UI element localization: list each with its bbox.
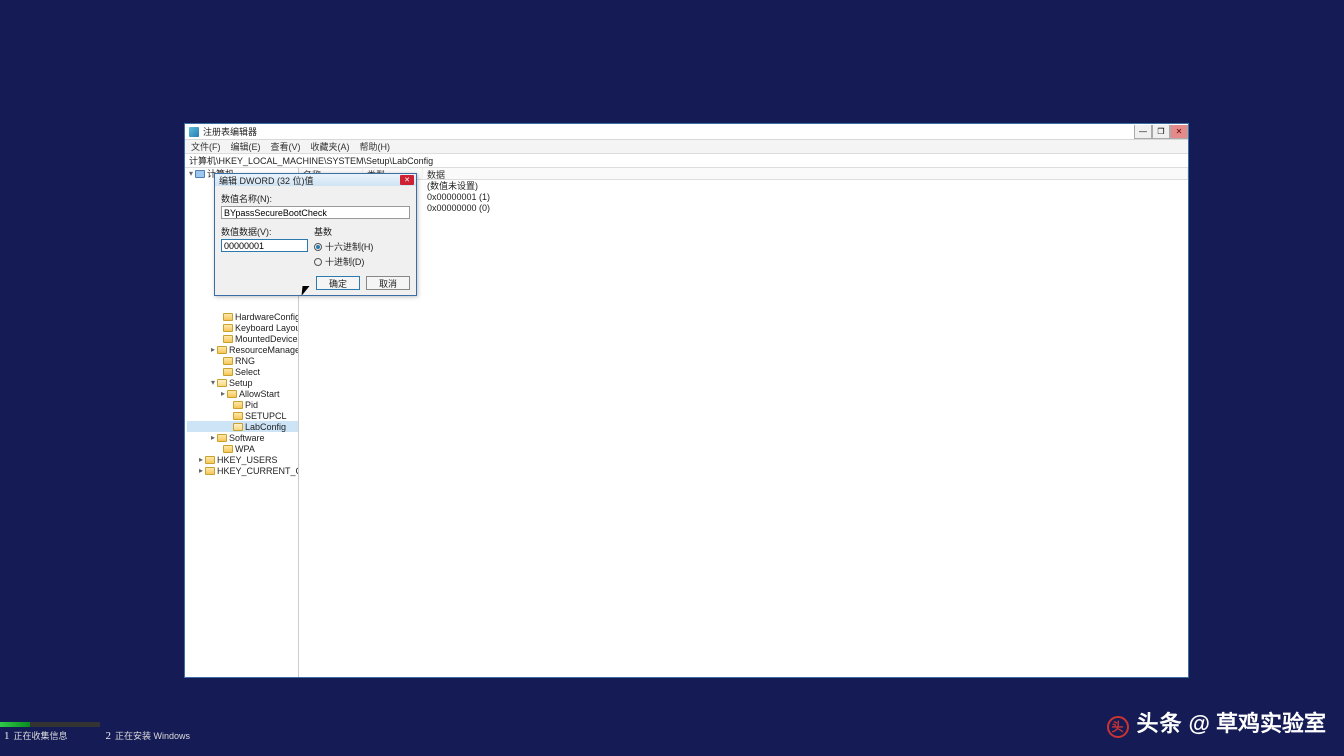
setup-progress <box>0 722 100 727</box>
list-data: 0x00000001 (1) <box>423 192 1188 202</box>
tree-item[interactable]: RNG <box>235 356 255 366</box>
list-row[interactable]: 0x00000001 (1) <box>299 191 1188 202</box>
radio-dot-icon <box>314 258 322 266</box>
menu-favorites[interactable]: 收藏夹(A) <box>309 140 352 153</box>
radio-dec[interactable]: 十进制(D) <box>314 255 410 268</box>
values-list[interactable]: 名称 类型 数据 (数值未设置) 0x00000001 (1) 0x000000… <box>299 168 1188 677</box>
folder-icon <box>223 357 233 365</box>
menu-edit[interactable]: 编辑(E) <box>229 140 263 153</box>
tree-item[interactable]: Select <box>235 367 260 377</box>
value-name-label: 数值名称(N): <box>221 192 410 205</box>
dialog-title: 编辑 DWORD (32 位)值 <box>219 174 314 187</box>
value-name-field[interactable] <box>221 206 410 219</box>
watermark: 头 头条 @ 草鸡实验室 <box>1107 706 1326 738</box>
tree-item[interactable]: MountedDevices <box>235 334 299 344</box>
cancel-button[interactable]: 取消 <box>366 276 410 290</box>
address-bar[interactable]: 计算机\HKEY_LOCAL_MACHINE\SYSTEM\Setup\LabC… <box>185 154 1188 168</box>
watermark-brand: 头条 <box>1137 706 1183 738</box>
step-number: 2 <box>106 730 112 742</box>
folder-icon <box>223 324 233 332</box>
setup-steps: 1 正在收集信息 2正在安装 Windows <box>4 728 190 742</box>
window-close-button[interactable]: ✕ <box>1170 125 1188 139</box>
radio-dot-icon <box>314 243 322 251</box>
value-data-label: 数值数据(V): <box>221 225 308 238</box>
tree-item[interactable]: Software <box>229 433 265 443</box>
tree-item[interactable]: HardwareConfig <box>235 312 299 322</box>
step-1-label: 正在收集信息 <box>14 731 68 741</box>
base-group-label: 基数 <box>314 225 410 238</box>
radio-hex[interactable]: 十六进制(H) <box>314 240 410 253</box>
menu-view[interactable]: 查看(V) <box>269 140 303 153</box>
folder-icon <box>205 467 215 475</box>
tree-item[interactable]: ResourceManager <box>229 345 299 355</box>
toutiao-icon: 头 <box>1107 716 1129 738</box>
folder-icon <box>217 434 227 442</box>
menu-file[interactable]: 文件(F) <box>189 140 223 153</box>
computer-icon <box>195 170 205 178</box>
tree-hkey-users[interactable]: HKEY_USERS <box>217 455 278 465</box>
minimize-button[interactable]: — <box>1134 125 1152 139</box>
list-row[interactable]: (数值未设置) <box>299 180 1188 191</box>
tree-item[interactable]: AllowStart <box>239 389 280 399</box>
folder-icon <box>233 401 243 409</box>
tree-item[interactable]: Pid <box>245 400 258 410</box>
value-data-field[interactable] <box>221 239 308 252</box>
list-data: (数值未设置) <box>423 179 1188 192</box>
folder-open-icon <box>217 379 227 387</box>
tree-item-setup[interactable]: Setup <box>229 378 253 388</box>
list-row[interactable]: 0x00000000 (0) <box>299 202 1188 213</box>
address-text: 计算机\HKEY_LOCAL_MACHINE\SYSTEM\Setup\LabC… <box>189 154 433 167</box>
folder-icon <box>223 313 233 321</box>
watermark-at: @ <box>1189 711 1210 737</box>
edit-dword-dialog: 编辑 DWORD (32 位)值 ✕ 数值名称(N): 数值数据(V): 基数 … <box>214 173 417 296</box>
folder-icon <box>223 335 233 343</box>
folder-open-icon <box>233 423 243 431</box>
tree-hkey-current-config[interactable]: HKEY_CURRENT_CONFIG <box>217 466 299 476</box>
folder-icon <box>217 346 227 354</box>
radio-dec-label: 十进制(D) <box>325 255 365 268</box>
folder-icon <box>233 412 243 420</box>
tree-item[interactable]: Keyboard Layout <box>235 323 299 333</box>
menu-bar: 文件(F) 编辑(E) 查看(V) 收藏夹(A) 帮助(H) <box>185 140 1188 154</box>
window-titlebar[interactable]: 注册表编辑器 — ❐ ✕ <box>185 124 1188 140</box>
tree-item-labconfig[interactable]: LabConfig <box>245 422 286 432</box>
maximize-button[interactable]: ❐ <box>1152 125 1170 139</box>
window-title: 注册表编辑器 <box>203 125 257 138</box>
dialog-close-button[interactable]: ✕ <box>400 175 414 185</box>
radio-hex-label: 十六进制(H) <box>325 240 374 253</box>
menu-help[interactable]: 帮助(H) <box>358 140 393 153</box>
app-icon <box>189 127 199 137</box>
list-data: 0x00000000 (0) <box>423 203 1188 213</box>
watermark-name: 草鸡实验室 <box>1216 706 1326 738</box>
step-2-label: 正在安装 Windows <box>115 731 190 741</box>
step-number: 1 <box>4 730 10 742</box>
tree-item[interactable]: WPA <box>235 444 255 454</box>
dialog-titlebar[interactable]: 编辑 DWORD (32 位)值 ✕ <box>215 174 416 186</box>
folder-icon <box>223 445 233 453</box>
ok-button[interactable]: 确定 <box>316 276 360 290</box>
folder-icon <box>227 390 237 398</box>
tree-item[interactable]: SETUPCL <box>245 411 287 421</box>
col-data[interactable]: 数据 <box>423 168 1188 179</box>
folder-icon <box>223 368 233 376</box>
folder-icon <box>205 456 215 464</box>
